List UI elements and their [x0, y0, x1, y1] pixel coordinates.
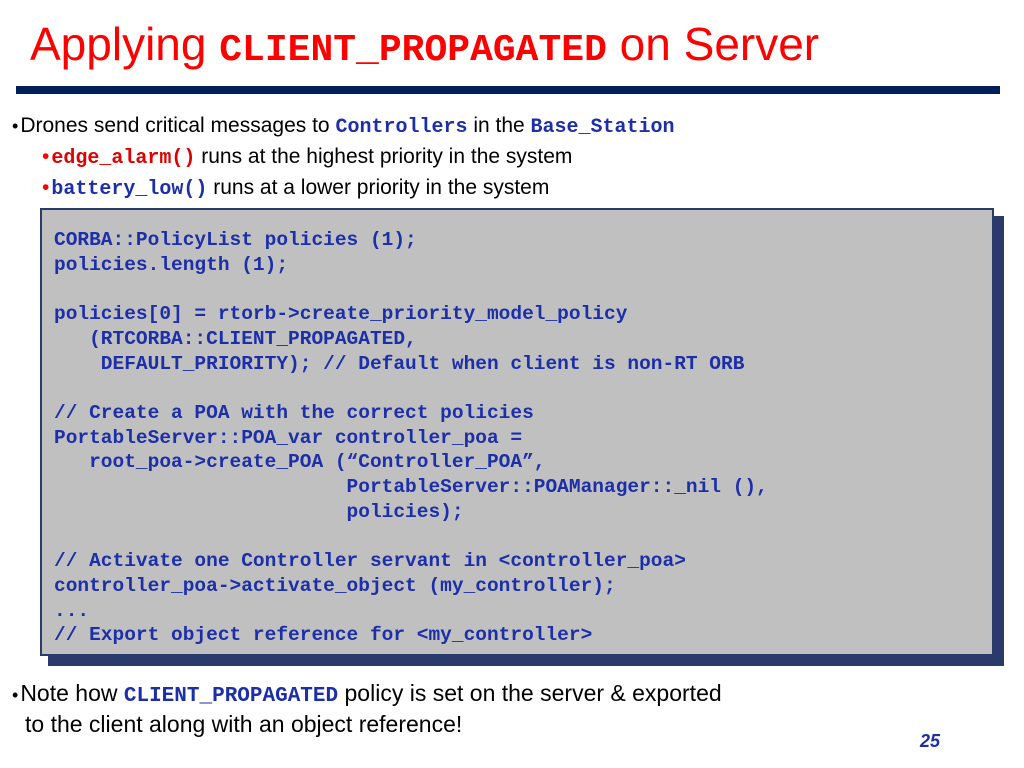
sub-bullet-dot-icon: • — [42, 176, 50, 199]
title-suffix: on Server — [606, 18, 820, 70]
title-prefix: Applying — [30, 18, 220, 70]
bullet-drones: •Drones send critical messages to Contro… — [12, 110, 1012, 141]
bullet-list: •Drones send critical messages to Contro… — [12, 110, 1012, 203]
bullet-dot-icon: • — [12, 116, 19, 136]
code-battery-low: battery_low() — [51, 178, 208, 201]
bullet-text: runs at a lower priority in the system — [207, 176, 550, 199]
note-bullet: •Note how CLIENT_PROPAGATED policy is se… — [12, 678, 1012, 740]
bullet-dot-icon: • — [12, 685, 19, 705]
code-edge-alarm: edge_alarm() — [51, 147, 196, 170]
slide: Applying CLIENT_PROPAGATED on Server •Dr… — [0, 0, 1024, 768]
bullet-text: in the — [467, 114, 531, 137]
bullet-text: runs at the highest priority in the syst… — [195, 145, 573, 168]
note-line-2: to the client along with an object refer… — [25, 711, 463, 737]
code-base-station: Base_Station — [530, 116, 675, 139]
code-box: CORBA::PolicyList policies (1); policies… — [40, 208, 994, 656]
bullet-edge-alarm: • edge_alarm() runs at the highest priori… — [12, 141, 1012, 172]
bullet-text: Drones send critical messages to — [20, 114, 336, 137]
title-code: CLIENT_PROPAGATED — [219, 29, 607, 72]
code-controllers: Controllers — [335, 116, 468, 139]
code-client-propagated: CLIENT_PROPAGATED — [123, 685, 339, 708]
note-text: policy is set on the server & exported — [338, 680, 722, 706]
code-listing: CORBA::PolicyList policies (1); policies… — [54, 229, 768, 647]
note-line-1: •Note how CLIENT_PROPAGATED policy is se… — [12, 678, 1012, 709]
slide-title: Applying CLIENT_PROPAGATED on Server — [30, 12, 1010, 83]
bullet-battery-low: • battery_low() runs at a lower priority … — [12, 172, 1012, 203]
note-text: Note how — [20, 680, 124, 706]
page-number: 25 — [919, 731, 940, 751]
title-divider — [16, 86, 1000, 94]
sub-bullet-dot-icon: • — [42, 145, 50, 168]
